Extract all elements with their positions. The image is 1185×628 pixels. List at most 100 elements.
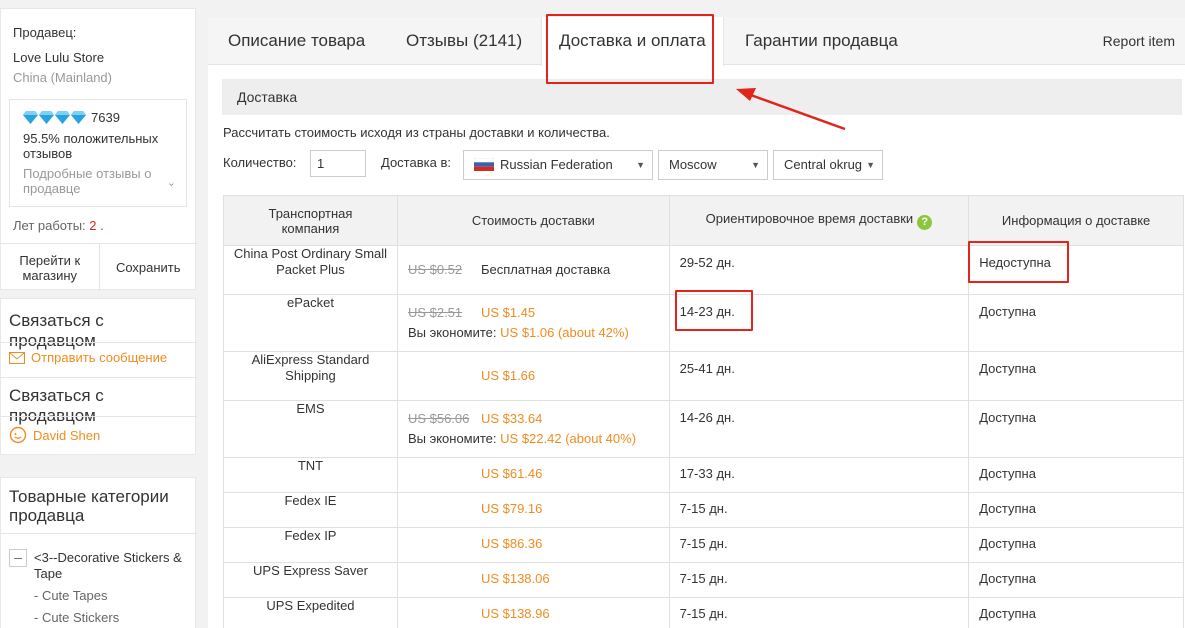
divider (1, 416, 197, 417)
chevron-down-icon[interactable]: ⌄ (167, 176, 176, 189)
caret-down-icon: ▼ (636, 160, 645, 170)
contact-person-link[interactable]: David Shen (9, 426, 100, 444)
seller-label: Продавец: (13, 25, 77, 40)
tab-reviews[interactable]: Отзывы (2141) (406, 17, 522, 65)
diamond-icon (55, 111, 70, 124)
divider (1, 342, 197, 343)
caret-down-icon: ▼ (866, 160, 875, 170)
delivery-info: Доступна (968, 562, 1184, 598)
table-row[interactable]: Fedex IE US $79.16 7-15 дн. Доступна (223, 492, 1184, 528)
goto-store-button[interactable]: Перейти к магазину (1, 244, 100, 291)
saving-label: Вы экономите: (407, 431, 497, 446)
divider (1, 377, 197, 378)
company-name: EMS (223, 400, 398, 458)
send-message-label: Отправить сообщение (31, 350, 168, 365)
ship-to-label: Доставка в: (381, 155, 451, 170)
contact-title: Связаться с продавцом (9, 311, 104, 350)
saving-label: Вы экономите: (407, 325, 497, 340)
caret-down-icon: ▼ (751, 160, 760, 170)
price: US $138.06 (480, 571, 550, 586)
delivery-time: 25-41 дн. (668, 351, 970, 401)
divider (1, 533, 197, 534)
quantity-input[interactable]: 1 (310, 150, 366, 177)
table-row[interactable]: UPS Expedited US $138.96 7-15 дн. Доступ… (223, 597, 1184, 628)
delivery-section-title: Доставка (222, 79, 1182, 115)
collapse-icon[interactable]: – (9, 549, 27, 567)
positive-percent: 95.5% (23, 131, 60, 146)
cost-cell: US $138.96 (396, 597, 670, 628)
country-select[interactable]: Russian Federation ▼ (463, 150, 653, 180)
delivery-info: Доступна (968, 527, 1184, 563)
header-cost: Стоимость доставки (396, 195, 670, 246)
store-name[interactable]: Love Lulu Store (13, 50, 104, 65)
cost-cell: US $61.46 (396, 457, 670, 493)
page: Продавец: Love Lulu Store China (Mainlan… (0, 0, 1185, 628)
delivery-info: Доступна (968, 597, 1184, 628)
send-message-link[interactable]: Отправить сообщение (9, 350, 167, 365)
contact-title-2: Связаться с продавцом (9, 386, 104, 425)
district-select[interactable]: Central okrug ▼ (773, 150, 883, 180)
price: US $1.45 (480, 305, 536, 320)
company-name: Fedex IP (223, 527, 398, 563)
store-country: China (Mainland) (13, 70, 112, 85)
categories-card: Товарные категории продавца – <3--Decora… (0, 477, 199, 628)
years-label: Лет работы: (13, 218, 86, 233)
price: US $138.96 (480, 606, 550, 621)
detailed-feedback-link[interactable]: Подробные отзывы о продавце (23, 166, 168, 196)
city-value: Moscow (669, 157, 717, 172)
price: US $1.66 (480, 368, 536, 383)
diamond-icon (71, 111, 86, 124)
contact-person-name: David Shen (33, 427, 101, 443)
company-name: AliExpress Standard Shipping (223, 351, 398, 401)
cost-cell: US $56.06 US $33.64 Вы экономите: US $22.4… (396, 400, 670, 458)
delivery-info: Доступна (968, 492, 1184, 528)
diamond-icon (39, 111, 54, 124)
table-row[interactable]: EMS US $56.06 US $33.64 Вы экономите: US $… (223, 400, 1184, 458)
delivery-info: Доступна (968, 400, 1184, 458)
help-icon[interactable]: ? (917, 215, 933, 230)
table-row[interactable]: UPS Express Saver US $138.06 7-15 дн. До… (223, 562, 1184, 598)
delivery-info: Доступна (968, 351, 1184, 401)
rating-box: 7639 95.5% положительных отзывов Подробн… (9, 99, 187, 207)
city-select[interactable]: Moscow ▼ (658, 150, 768, 180)
district-value: Central okrug (784, 157, 863, 172)
years-active: Лет работы: 2 . (13, 218, 104, 233)
delivery-info: Доступна (968, 294, 1184, 352)
calc-description: Рассчитать стоимость исходя из страны до… (223, 125, 610, 140)
company-name: ePacket (223, 294, 398, 352)
positive-feedback: 95.5% положительных отзывов (23, 131, 183, 161)
tab-description[interactable]: Описание товара (228, 17, 365, 65)
table-row[interactable]: TNT US $61.46 17-33 дн. Доступна (223, 457, 1184, 493)
contact-card: Связаться с продавцом Отправить сообщени… (0, 298, 197, 455)
seller-actions: Перейти к магазину Сохранить (1, 243, 197, 291)
delivery-time: 29-52 дн. (668, 245, 970, 295)
diamond-icon (23, 111, 38, 124)
annotation-box-epacket-time (675, 290, 753, 331)
company-name: TNT (223, 457, 398, 493)
subcategory-item[interactable]: - Cute Stickers (34, 610, 119, 625)
cost-cell: US $138.06 (396, 562, 670, 598)
tab-guarantees[interactable]: Гарантии продавца (745, 17, 898, 65)
annotation-box-unavailable (968, 241, 1069, 283)
price: US $61.46 (480, 466, 543, 481)
seller-card: Продавец: Love Lulu Store China (Mainlan… (0, 8, 197, 291)
category-item[interactable]: <3--Decorative Stickers & Tape (34, 550, 199, 582)
chat-face-icon (9, 426, 27, 444)
header-company: Транспортная компания (223, 195, 398, 246)
table-row[interactable]: Fedex IP US $86.36 7-15 дн. Доступна (223, 527, 1184, 563)
old-price: US $2.51 (407, 305, 463, 320)
seller-score: 7639 (91, 110, 120, 125)
delivery-time: 7-15 дн. (668, 562, 970, 598)
old-price: US $56.06 (407, 411, 470, 426)
save-store-button[interactable]: Сохранить (100, 244, 198, 291)
russia-flag-icon (474, 158, 494, 171)
cost-cell: US $79.16 (396, 492, 670, 528)
quantity-label: Количество: (223, 155, 297, 170)
report-item-link[interactable]: Report item (1103, 17, 1175, 65)
table-row[interactable]: AliExpress Standard Shipping US $1.66 25… (223, 351, 1184, 401)
subcategory-item[interactable]: - Cute Tapes (34, 588, 107, 603)
price: Бесплатная доставка (480, 262, 611, 277)
cost-cell: US $1.66 (396, 351, 670, 401)
seller-rank: 7639 (23, 110, 120, 125)
delivery-info: Доступна (968, 457, 1184, 493)
